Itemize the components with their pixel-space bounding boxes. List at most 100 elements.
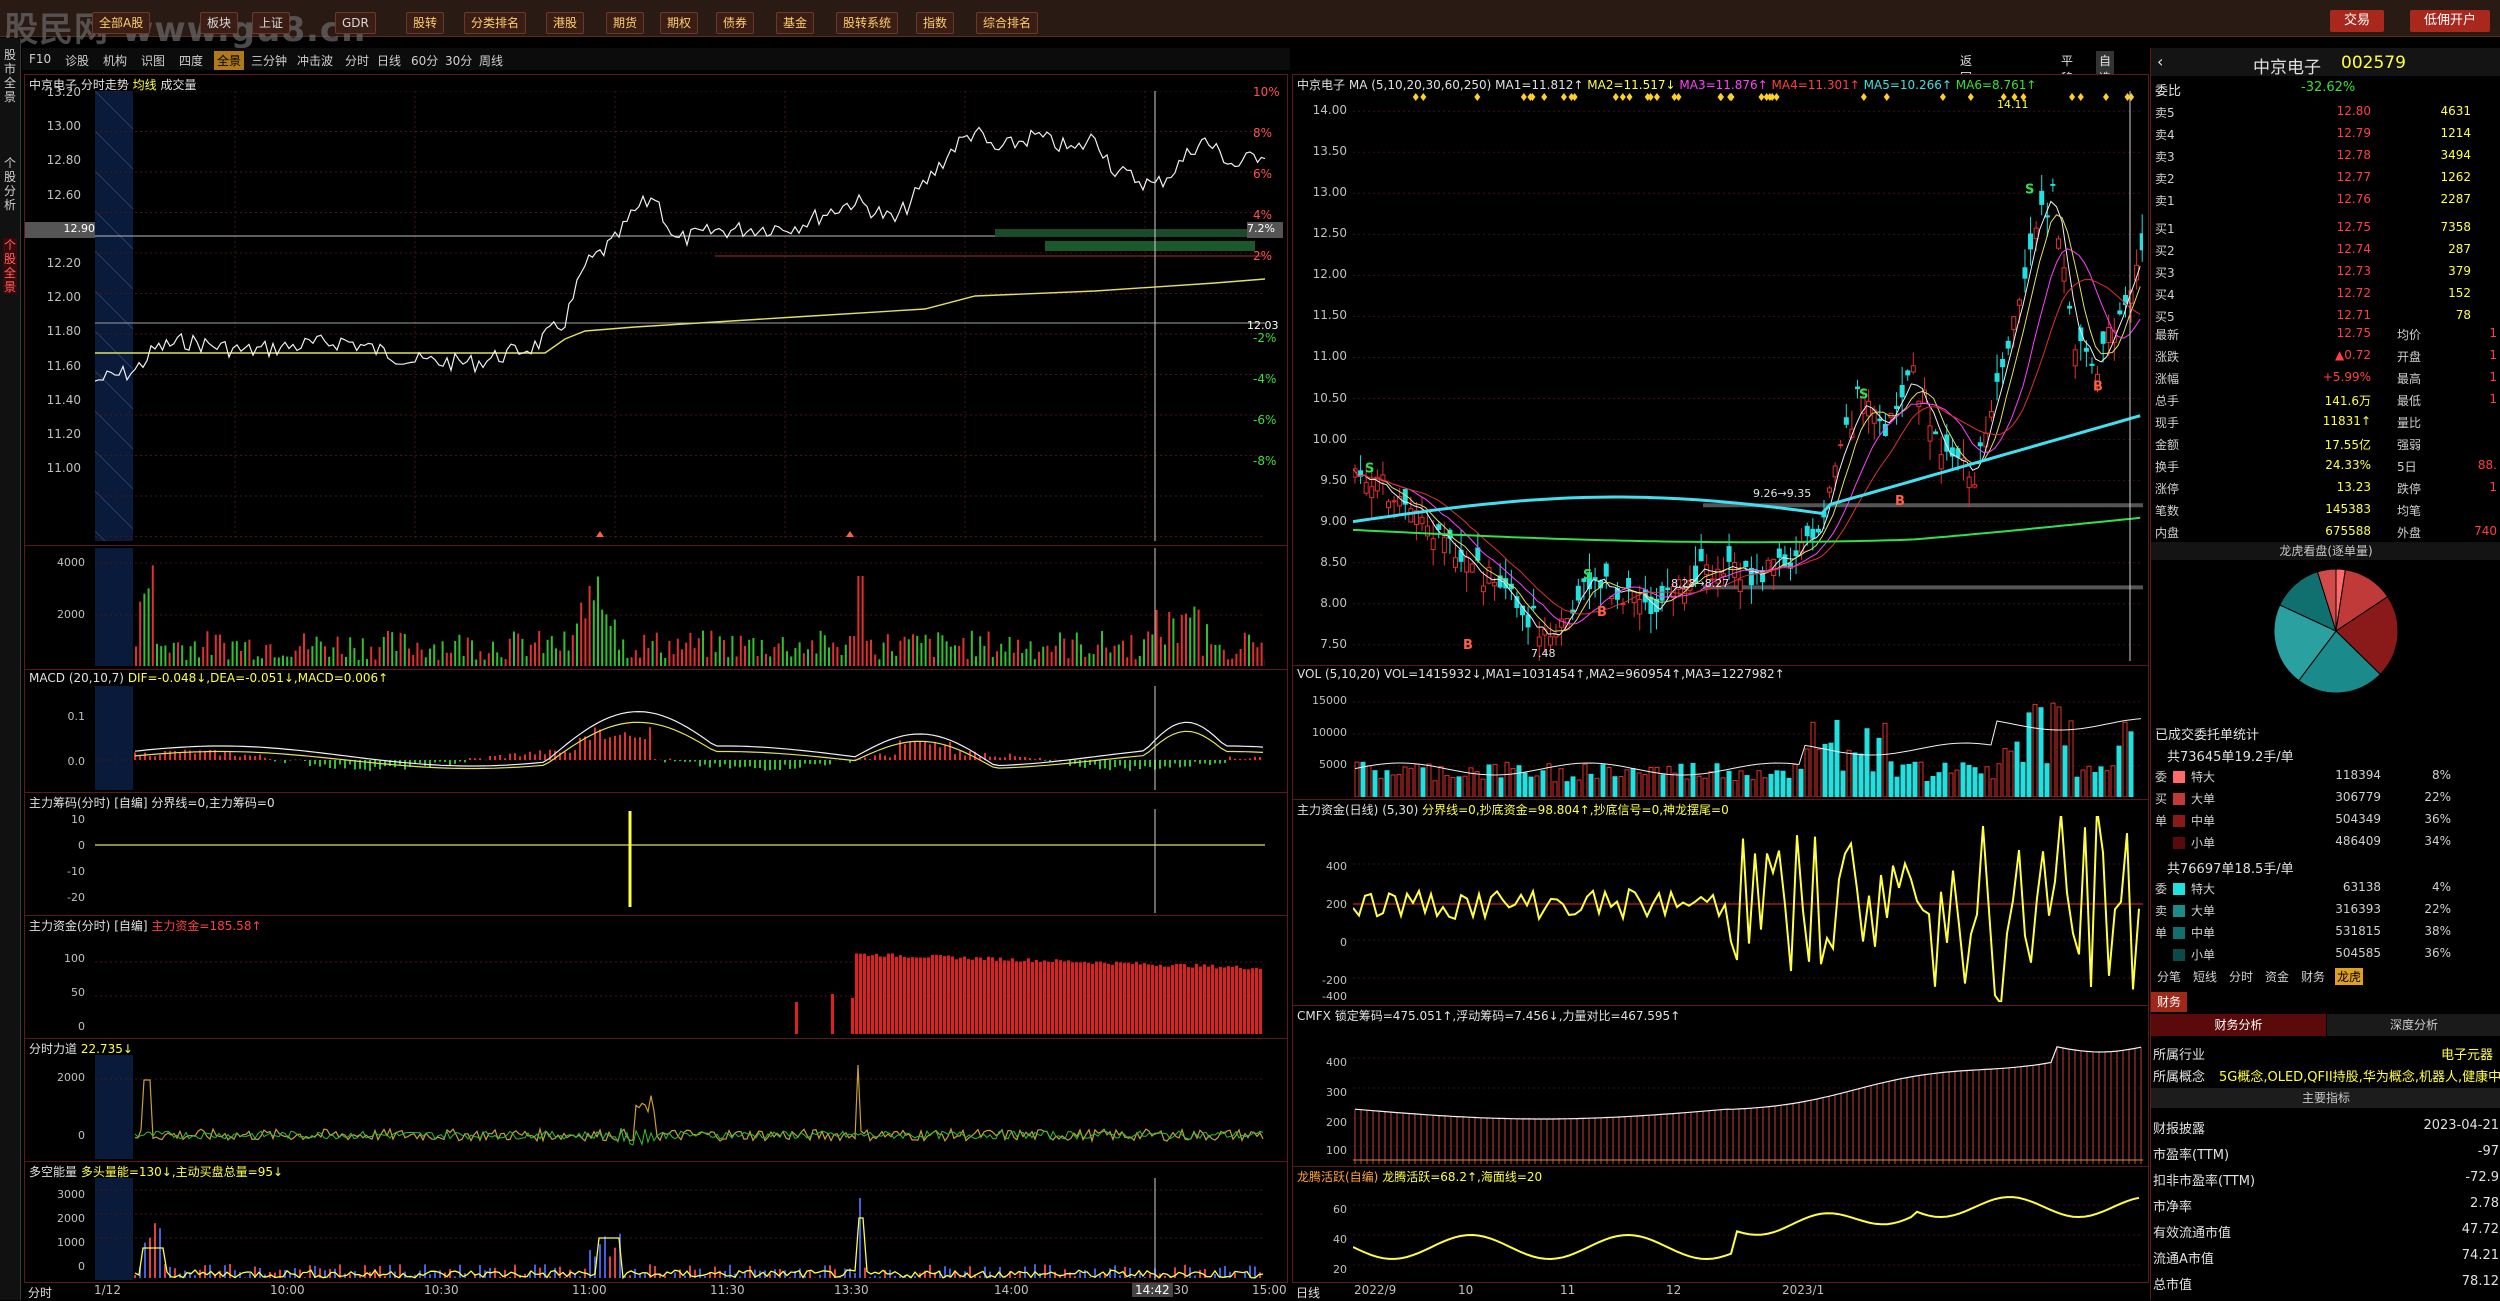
fund-bar (971, 960, 974, 1034)
dvol-bar (1955, 770, 1959, 797)
vol-bar (551, 636, 553, 666)
candle-body (2001, 359, 2005, 366)
vol-bar (362, 638, 364, 666)
vol-bar (219, 635, 221, 667)
menu-bonds[interactable]: 债券 (716, 12, 754, 34)
daily-mode[interactable]: 日线 (1296, 1284, 1320, 1301)
daily-time-tick-1: 10 (1458, 1283, 1473, 1297)
menu-index[interactable]: 指数 (916, 12, 954, 34)
tb-f10[interactable]: F10 (26, 51, 54, 67)
ob-vol-7[interactable]: 379 (2391, 264, 2471, 278)
back-icon[interactable]: ‹ (2157, 52, 2163, 71)
quote-tab-0[interactable]: 分笔 (2155, 968, 2183, 985)
tb-three-min[interactable]: 三分钟 (248, 51, 290, 70)
daily-active-panel: 龙腾活跃(自编) 龙腾活跃=68.2↑,海面线=20 60 40 20 (1292, 1166, 2149, 1283)
menu-options[interactable]: 期权 (660, 12, 698, 34)
tb-weekly[interactable]: 周线 (476, 51, 506, 70)
cmfx-title[interactable]: CMFX (1297, 1009, 1331, 1023)
vol-bar (601, 610, 603, 666)
quote-tab-4[interactable]: 财务 (2299, 968, 2327, 985)
tb-four-degree[interactable]: 四度 (176, 51, 206, 70)
open-account-button[interactable]: 低佣开户 (2410, 10, 2490, 32)
mainfund-sub: [自编] (114, 919, 147, 933)
dvol-bar (1661, 775, 1665, 797)
ob-vol-1[interactable]: 1214 (2391, 126, 2471, 140)
menu-all-a[interactable]: 全部A股 (92, 12, 150, 34)
menu-futures[interactable]: 期货 (606, 12, 644, 34)
fin-tab[interactable]: 财务 (2151, 992, 2187, 1012)
concept-value: 5G概念,OLED,QFII持股,华为概念,机器人,健康中 (2219, 1066, 2500, 1085)
tb-shockwave[interactable]: 冲击波 (294, 51, 336, 70)
ob-vol-5[interactable]: 7358 (2391, 220, 2471, 234)
tb-daily[interactable]: 日线 (374, 51, 404, 70)
menu-funds[interactable]: 基金 (776, 12, 814, 34)
menu-transfer-sys[interactable]: 股转系统 (836, 12, 898, 34)
ma-label[interactable]: MA (1349, 78, 1368, 92)
tb-diagnose[interactable]: 诊股 (62, 51, 92, 70)
weibi-value: -32.62% (2301, 80, 2355, 95)
vol-bar (488, 653, 490, 666)
ob-vol-6[interactable]: 287 (2391, 242, 2471, 256)
vol-bar (744, 646, 746, 666)
intraday-mode[interactable]: 分时 (28, 1284, 52, 1301)
quote-tab-5[interactable]: 龙虎 (2335, 968, 2363, 985)
dvol-title[interactable]: VOL (1297, 667, 1321, 681)
fin-analysis-tab[interactable]: 财务分析 (2151, 1014, 2326, 1036)
daily-time-tick-3: 12 (1666, 1283, 1681, 1297)
menu-sector[interactable]: 板块 (200, 12, 238, 34)
current-price-tag: 12.90 (25, 222, 95, 238)
tb-institution[interactable]: 机构 (100, 51, 130, 70)
tab-stock-analysis[interactable]: 个股分析 (3, 156, 17, 212)
menu-gdr[interactable]: GDR (335, 12, 376, 34)
quote-tab-3[interactable]: 资金 (2263, 968, 2291, 985)
trade-button[interactable]: 交易 (2330, 10, 2384, 32)
buyrows-v-3: 486409 (2291, 834, 2381, 848)
stat-k2-5: 强弱 (2397, 436, 2421, 453)
vol-bar (475, 660, 477, 667)
quote-tab-2[interactable]: 分时 (2227, 968, 2255, 985)
menu-sh[interactable]: 上证 (252, 12, 290, 34)
ob-vol-9[interactable]: 78 (2391, 308, 2471, 322)
cmfx-tick-3: 100 (1293, 1144, 1347, 1157)
ob-label-4: 卖1 (2155, 192, 2175, 209)
deep-analysis-tab[interactable]: 深度分析 (2327, 1014, 2500, 1036)
vol-bar (211, 655, 213, 666)
tb-pattern[interactable]: 识图 (138, 51, 168, 70)
menu-hk[interactable]: 港股 (546, 12, 584, 34)
daily-time-tick-2: 11 (1560, 1283, 1575, 1297)
tb-panorama[interactable]: 全景 (214, 51, 244, 70)
vol-bar (874, 655, 876, 667)
active-title[interactable]: 龙腾活跃(自编) (1297, 1170, 1378, 1184)
tb-30min[interactable]: 30分 (442, 51, 475, 70)
menu-composite-rank[interactable]: 综合排名 (976, 12, 1038, 34)
vol-bar (866, 641, 868, 666)
tb-60min[interactable]: 60分 (408, 51, 441, 70)
ob-vol-0[interactable]: 4631 (2391, 104, 2471, 118)
vol-bar (736, 656, 738, 666)
vol-bar (1261, 643, 1263, 666)
quote-tab-1[interactable]: 短线 (2191, 968, 2219, 985)
dvol-bar (1841, 771, 1845, 797)
vol-bar (1076, 633, 1078, 667)
sellrows-p-0: 4% (2411, 880, 2451, 894)
ob-vol-3[interactable]: 1262 (2391, 170, 2471, 184)
tb-intraday[interactable]: 分时 (342, 51, 372, 70)
vol-bar (1185, 614, 1187, 667)
menu-rank[interactable]: 分类排名 (464, 12, 526, 34)
tab-market-overview[interactable]: 股市全景 (3, 48, 17, 104)
vol-bar (979, 636, 981, 666)
vol-bar (1088, 653, 1090, 666)
buy-total: 共73645单19.2手/单 (2167, 746, 2294, 765)
dvol-bar (2027, 713, 2031, 797)
ob-vol-8[interactable]: 152 (2391, 286, 2471, 300)
menu-transfer[interactable]: 股转 (406, 12, 444, 34)
fund-bar (1151, 965, 1154, 1034)
fund-bar (979, 958, 982, 1034)
tab-stock-panorama[interactable]: 个股全景 (3, 238, 17, 294)
candle-body (1604, 564, 1608, 576)
fund-bar (1203, 964, 1206, 1034)
intraday-energy-panel: 多空能量 多头量能=130↓,主动买盘总量=95↓ 3000 2000 1000… (24, 1161, 1288, 1283)
ob-vol-4[interactable]: 2287 (2391, 192, 2471, 206)
ob-vol-2[interactable]: 3494 (2391, 148, 2471, 162)
dvol-bar (1403, 767, 1407, 797)
